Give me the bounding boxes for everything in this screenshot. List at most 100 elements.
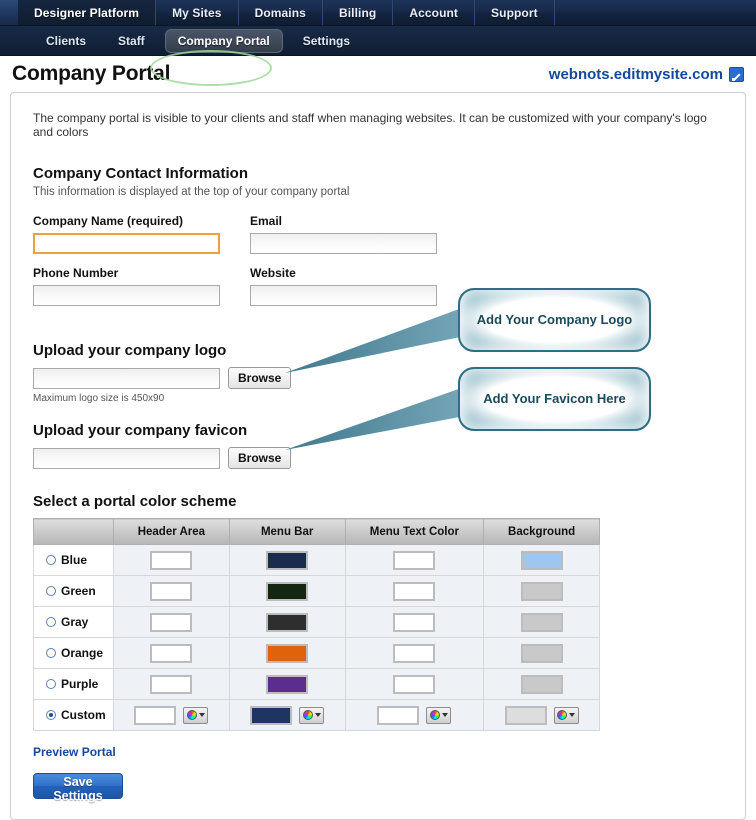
color-wheel-icon[interactable] [553,706,579,724]
phone-number-input[interactable] [33,285,220,306]
logo-file-input[interactable] [33,367,220,389]
swatch-cell-menu-text[interactable] [344,575,485,607]
color-wheel-icon[interactable] [299,706,325,724]
label-phone-number: Phone Number [33,266,119,280]
table-row[interactable]: Custom [33,699,600,731]
preview-portal-link[interactable]: Preview Portal [33,745,116,759]
radio-purple[interactable] [46,679,56,689]
table-row[interactable]: Purple [33,668,600,700]
swatch-cell-header-area[interactable] [113,575,230,607]
table-row[interactable]: Orange [33,637,600,669]
swatch-cell-header-area[interactable] [113,606,230,638]
color-swatch[interactable] [150,612,193,632]
swatch-group [485,550,598,570]
table-row[interactable]: Gray [33,606,600,638]
swatch-group [115,581,228,601]
swatch-cell-header-area[interactable] [113,668,230,700]
color-swatch[interactable] [266,674,309,694]
swatch-cell-background[interactable] [483,606,600,638]
color-swatch[interactable] [150,674,193,694]
email-input[interactable] [250,233,437,254]
nav-tab-label: Account [409,5,459,20]
swatch-cell-background[interactable] [483,699,600,731]
swatch-cell-menu-text[interactable] [344,637,485,669]
logo-browse-button[interactable]: Browse [228,367,292,389]
swatch-group [115,643,228,663]
swatch-cell-menu-bar[interactable] [228,637,346,669]
color-swatch[interactable] [520,581,563,601]
color-swatch[interactable] [250,705,293,725]
color-swatch[interactable] [266,581,309,601]
swatch-cell-menu-bar[interactable] [228,575,346,607]
radio-custom[interactable] [46,710,56,720]
nav-tab-billing[interactable]: Billing [323,0,394,25]
scheme-row-blue[interactable]: Blue [33,544,114,576]
swatch-cell-menu-text[interactable] [344,668,485,700]
swatch-cell-header-area[interactable] [113,544,230,576]
swatch-cell-background[interactable] [483,668,600,700]
swatch-cell-menu-bar[interactable] [228,544,346,576]
nav-tab-domains[interactable]: Domains [239,0,323,25]
swatch-cell-menu-text[interactable] [344,699,485,731]
pencil-edit-icon[interactable] [729,66,744,82]
color-swatch[interactable] [134,705,177,725]
scheme-row-gray[interactable]: Gray [33,606,114,638]
color-swatch[interactable] [520,612,563,632]
site-url-link[interactable]: webnots.editmysite.com [549,66,723,83]
swatch-cell-header-area[interactable] [113,637,230,669]
color-swatch[interactable] [150,581,193,601]
nav-tab-designer-platform[interactable]: Designer Platform [18,0,157,25]
table-row[interactable]: Green [33,575,600,607]
subnav-item-clients[interactable]: Clients [34,30,98,52]
grid-spacer [220,233,250,264]
color-swatch[interactable] [520,643,563,663]
color-swatch[interactable] [266,612,309,632]
favicon-file-input[interactable] [33,447,220,469]
scheme-name-label: Gray [61,615,89,629]
swatch-cell-menu-bar[interactable] [228,668,346,700]
color-swatch[interactable] [504,705,547,725]
color-wheel-icon[interactable] [426,706,452,724]
scheme-row-green[interactable]: Green [33,575,114,607]
scheme-name-label: Green [61,584,96,598]
scheme-row-orange[interactable]: Orange [33,637,114,669]
company-name-input[interactable] [33,233,220,254]
color-swatch[interactable] [266,643,309,663]
radio-gray[interactable] [46,617,56,627]
radio-orange[interactable] [46,648,56,658]
color-swatch[interactable] [150,550,193,570]
swatch-cell-menu-bar[interactable] [228,699,346,731]
save-settings-button[interactable]: Save Settings [33,773,123,803]
color-swatch[interactable] [520,550,563,570]
nav-tab-support[interactable]: Support [475,0,555,25]
color-swatch[interactable] [393,674,436,694]
color-wheel-icon[interactable] [183,706,209,724]
nav-tab-my-sites[interactable]: My Sites [156,0,239,25]
color-swatch[interactable] [520,674,563,694]
nav-tab-account[interactable]: Account [393,0,476,25]
subnav-item-staff[interactable]: Staff [106,30,157,52]
color-swatch[interactable] [266,550,309,570]
radio-blue[interactable] [46,555,56,565]
table-row[interactable]: Blue [33,544,600,576]
swatch-cell-background[interactable] [483,575,600,607]
color-swatch[interactable] [150,643,193,663]
scheme-row-purple[interactable]: Purple [33,668,114,700]
swatch-cell-background[interactable] [483,544,600,576]
color-swatch[interactable] [393,643,436,663]
swatch-cell-menu-text[interactable] [344,544,485,576]
website-input[interactable] [250,285,437,306]
color-swatch[interactable] [377,705,420,725]
radio-green[interactable] [46,586,56,596]
swatch-cell-menu-text[interactable] [344,606,485,638]
color-swatch[interactable] [393,612,436,632]
favicon-browse-button[interactable]: Browse [228,447,292,469]
swatch-cell-background[interactable] [483,637,600,669]
scheme-row-custom[interactable]: Custom [33,699,114,731]
swatch-cell-menu-bar[interactable] [228,606,346,638]
subnav-item-settings[interactable]: Settings [291,30,362,52]
swatch-cell-header-area[interactable] [113,699,230,731]
color-swatch[interactable] [393,550,436,570]
color-swatch[interactable] [393,581,436,601]
subnav-item-company-portal[interactable]: Company Portal [164,28,283,53]
